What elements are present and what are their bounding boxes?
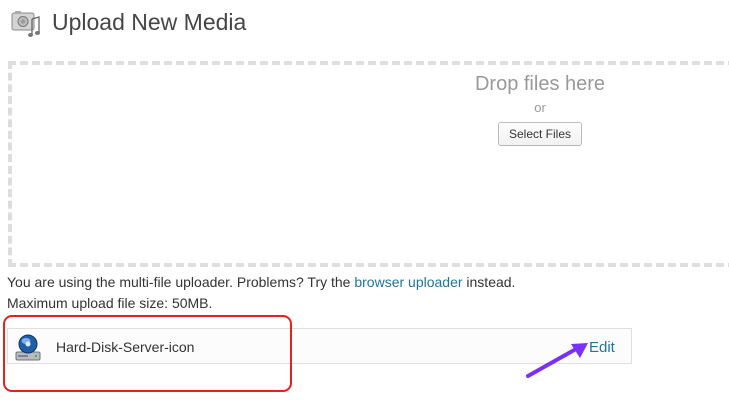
browser-uploader-link[interactable]: browser uploader [354, 274, 462, 290]
annotation-arrow-icon [522, 338, 592, 382]
info-text-suffix: instead. [462, 274, 516, 290]
max-upload-size-text: Maximum upload file size: 50MB. [7, 295, 213, 311]
media-upload-icon [10, 9, 42, 39]
annotation-highlight-box [3, 315, 292, 392]
drop-or-text: or [534, 100, 546, 115]
uploader-info-line1: You are using the multi-file uploader. P… [7, 272, 515, 293]
page-title: Upload New Media [52, 9, 247, 35]
info-text-prefix: You are using the multi-file uploader. P… [7, 274, 355, 290]
uploader-info: You are using the multi-file uploader. P… [7, 272, 515, 314]
dropzone-content: Drop files here or Select Files [471, 72, 609, 146]
file-dropzone[interactable] [8, 61, 729, 267]
drop-files-label: Drop files here [474, 73, 606, 95]
edit-file-link[interactable]: Edit [589, 339, 615, 356]
select-files-button[interactable]: Select Files [497, 122, 583, 146]
